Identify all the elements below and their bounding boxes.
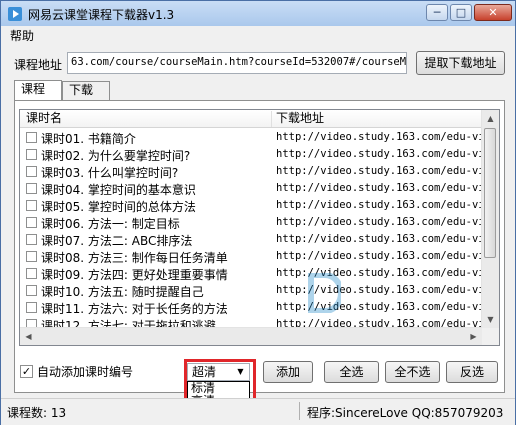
lesson-checkbox[interactable] [26,268,37,279]
lesson-download-url: http://video.study.163.com/edu-vid [276,216,491,228]
lesson-checkbox[interactable] [26,302,37,313]
window-title: 网易云课堂课程下载器v1.3 [28,8,175,22]
auto-number-label: 自动添加课时编号 [37,365,134,379]
close-icon: ✕ [488,6,498,19]
status-bar: 课程数: 13 程序:SincereLove QQ:857079203 [1,398,515,425]
lesson-title: 课时09. 方法四: 更好处理重要事情 [41,268,228,282]
minimize-icon: ─ [433,6,441,19]
list-item[interactable]: 课时01. 书籍简介 http://video.study.163.com/edu… [20,129,491,146]
list-header: 课时名 下载地址 [20,110,482,128]
course-count-status: 课程数: 13 [7,406,67,420]
menu-bar: 帮助 [1,26,515,44]
scroll-left-icon[interactable]: ◀ [20,328,37,345]
watermark-icon [308,272,344,314]
lesson-download-url: http://video.study.163.com/edu-vid [276,165,491,177]
list-item[interactable]: 课时07. 方法二: ABC排序法 http://video.study.163.… [20,231,491,248]
lesson-title: 课时06. 方法一: 制定目标 [41,217,180,231]
horizontal-scrollbar[interactable]: ◀ ▶ [20,327,482,345]
lesson-download-url: http://video.study.163.com/edu-vid [276,148,491,160]
select-all-button[interactable]: 全选 [324,361,379,383]
lesson-checkbox[interactable] [26,251,37,262]
app-icon [8,7,22,21]
app-window: 网易云课堂课程下载器v1.3 ─ □ ✕ 帮助 课程地址 63.com/cour… [0,0,516,425]
lesson-checkbox[interactable] [26,149,37,160]
list-item[interactable]: 课时08. 方法三: 制作每日任务清单 http://video.study.16… [20,248,491,265]
close-button[interactable]: ✕ [474,4,512,21]
lesson-checkbox[interactable] [26,234,37,245]
lesson-title: 课时08. 方法三: 制作每日任务清单 [41,251,228,265]
lesson-download-url: http://video.study.163.com/edu-vid [276,182,491,194]
watermark-logo [307,272,437,329]
tab-course[interactable]: 课程 [14,80,62,101]
lesson-download-url: http://video.study.163.com/edu-vid [276,131,491,143]
vertical-scrollbar[interactable]: ▲ ▼ [481,110,499,328]
list-item[interactable]: 课时04. 掌控时间的基本意识 http://video.study.163.co… [20,180,491,197]
scrollbar-corner [482,328,499,345]
lesson-checkbox[interactable] [26,285,37,296]
list-item[interactable]: 课时06. 方法一: 制定目标 http://video.study.163.co… [20,214,491,231]
lesson-title: 课时07. 方法二: ABC排序法 [41,234,193,248]
minimize-button[interactable]: ─ [426,4,448,21]
course-address-input[interactable]: 63.com/course/courseMain.htm?courseId=53… [67,52,407,74]
lesson-title: 课时03. 什么叫掌控时间? [41,166,179,180]
column-header-lesson-name[interactable]: 课时名 [20,111,272,127]
tab-download[interactable]: 下载 [62,81,110,100]
fetch-download-address-button[interactable]: 提取下载地址 [416,51,505,75]
list-item[interactable]: 课时05. 掌控时间的总体方法 http://video.study.163.co… [20,197,491,214]
author-status: 程序:SincereLove QQ:857079203 [307,406,504,420]
lesson-checkbox[interactable] [26,217,37,228]
lesson-title: 课时05. 掌控时间的总体方法 [41,200,196,214]
lesson-checkbox[interactable] [26,132,37,143]
list-item[interactable]: 课时02. 为什么要掌控时间? http://video.study.163.co… [20,146,491,163]
lesson-download-url: http://video.study.163.com/edu-vid [276,250,491,262]
lesson-title: 课时01. 书籍简介 [41,132,136,146]
scroll-up-icon[interactable]: ▲ [482,110,499,127]
maximize-icon: □ [455,6,467,19]
scroll-right-icon[interactable]: ▶ [465,328,482,345]
lesson-checkbox[interactable] [26,183,37,194]
scroll-down-icon[interactable]: ▼ [482,311,499,328]
add-button[interactable]: 添加 [263,361,313,383]
lesson-checkbox[interactable] [26,200,37,211]
lesson-download-url: http://video.study.163.com/edu-vid [276,233,491,245]
title-bar[interactable]: 网易云课堂课程下载器v1.3 ─ □ ✕ [1,1,515,26]
menu-help[interactable]: 帮助 [10,27,34,44]
course-address-label: 课程地址 [14,58,63,72]
lesson-title: 课时11. 方法六: 对于长任务的方法 [41,302,228,316]
status-separator [299,402,300,420]
lesson-title: 课时04. 掌控时间的基本意识 [41,183,196,197]
list-item[interactable]: 课时03. 什么叫掌控时间? http://video.study.163.com… [20,163,491,180]
auto-number-checkbox[interactable]: ✓ [20,365,33,378]
lesson-title: 课时02. 为什么要掌控时间? [41,149,191,163]
select-none-button[interactable]: 全不选 [385,361,440,383]
lesson-download-url: http://video.study.163.com/edu-vid [276,199,491,211]
lesson-checkbox[interactable] [26,166,37,177]
invert-selection-button[interactable]: 反选 [446,361,498,383]
lesson-title: 课时10. 方法五: 随时提醒自己 [41,285,204,299]
maximize-button[interactable]: □ [450,4,472,21]
vertical-scroll-thumb[interactable] [484,128,496,258]
column-header-download-url[interactable]: 下载地址 [272,111,482,127]
